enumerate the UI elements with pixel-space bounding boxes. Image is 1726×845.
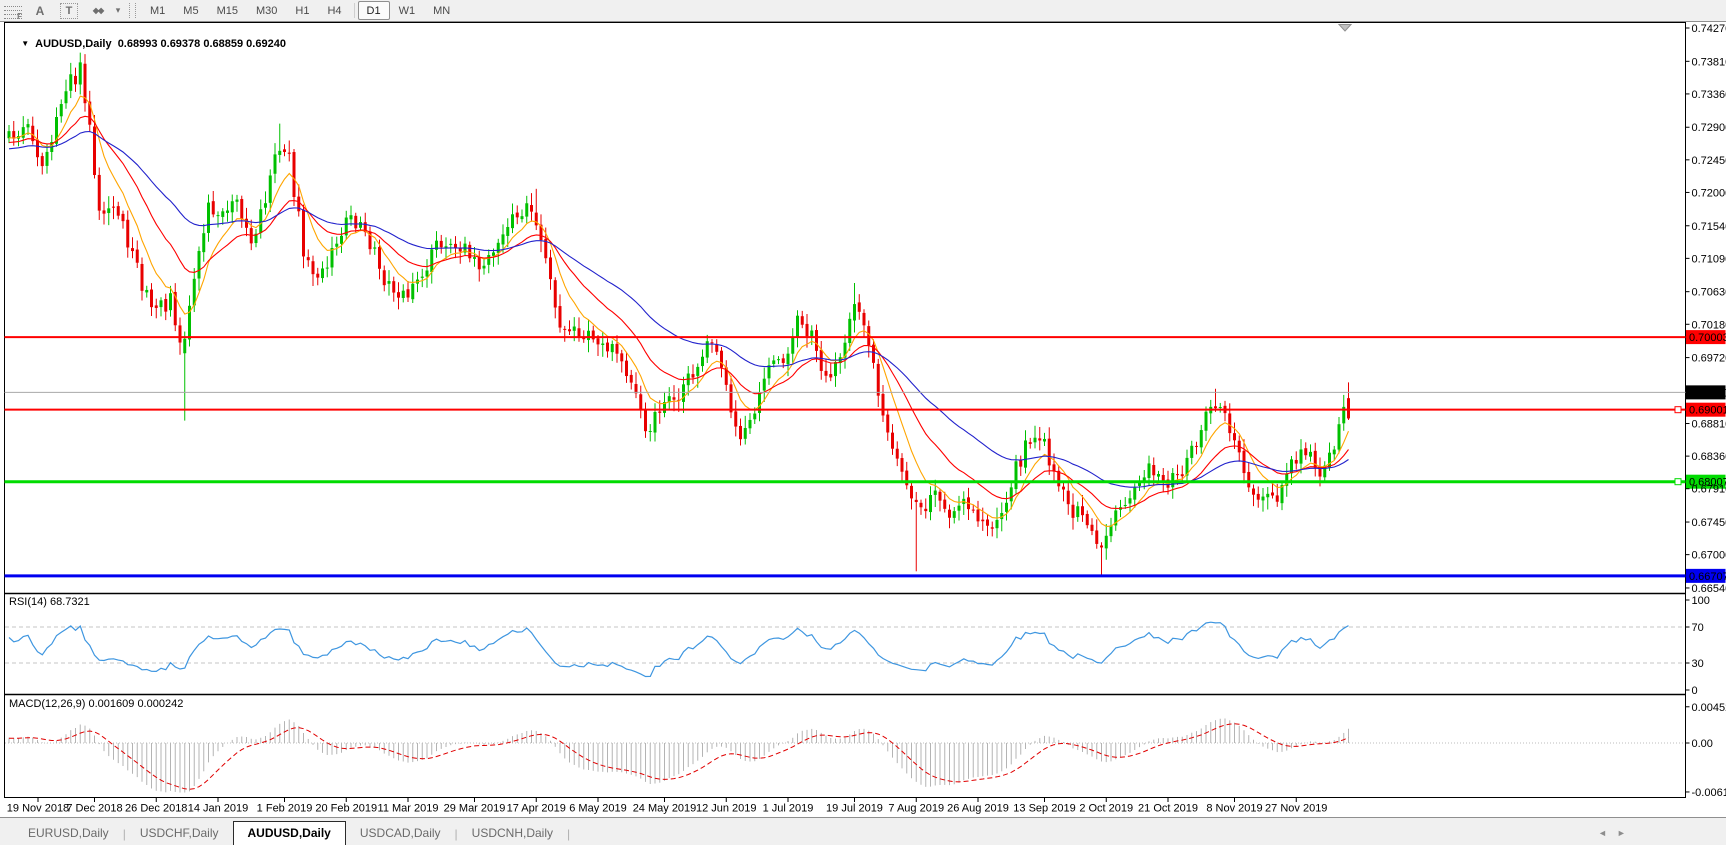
y-axis-tick-label: 0.71090 [1692, 253, 1726, 265]
ohlc-low: 0.68859 [203, 38, 243, 50]
symbol-dropdown-icon[interactable]: ▼ [21, 39, 29, 48]
label-tool-icon[interactable]: T [60, 3, 78, 19]
timeframe-M5[interactable]: M5 [174, 1, 207, 20]
date-label: 11 Mar 2019 [378, 803, 439, 815]
tab-separator: | [567, 827, 570, 841]
date-label: 13 Sep 2019 [1013, 803, 1075, 815]
date-label: 8 Nov 2019 [1206, 803, 1262, 815]
y-axis-tick-label: 0.67000 [1692, 550, 1726, 562]
date-label: 19 Jul 2019 [826, 803, 883, 815]
ohlc-high: 0.69378 [161, 38, 201, 50]
macd-indicator-label: MACD(12,26,9) 0.001609 0.000242 [9, 698, 183, 710]
timeframe-H4[interactable]: H4 [318, 1, 350, 20]
ohlc-close: 0.69240 [246, 38, 286, 50]
date-label: 20 Feb 2019 [315, 803, 377, 815]
date-label: 17 Apr 2019 [507, 803, 566, 815]
tab-eurusd-daily[interactable]: EURUSD,Daily [14, 823, 123, 843]
tab-scroll-right-icon: ► [1617, 828, 1636, 838]
tab-usdcad-daily[interactable]: USDCAD,Daily [346, 823, 455, 843]
macd-axis-label: -0.00612 [1692, 787, 1726, 799]
rsi-axis-label: 0 [1692, 685, 1698, 697]
date-label: 24 May 2019 [633, 803, 697, 815]
toolbar-grip[interactable] [129, 3, 136, 18]
y-axis-tick-label: 0.68810 [1692, 419, 1726, 431]
date-label: 1 Jul 2019 [763, 803, 814, 815]
timeframe-M15[interactable]: M15 [208, 1, 247, 20]
dropdown-caret-icon[interactable]: ▾ [112, 5, 124, 16]
rsi-axis-label: 70 [1692, 622, 1704, 634]
y-axis-tick-label: 0.67910 [1692, 484, 1726, 496]
macd-axis-label: 0.00 [1692, 738, 1713, 750]
y-axis-tick-label: 0.70180 [1692, 319, 1726, 331]
chart-title: ▼ AUDUSD,Daily 0.68993 0.69378 0.68859 0.… [9, 26, 286, 62]
hline-handle[interactable] [1675, 407, 1681, 413]
y-axis-tick-label: 0.67450 [1692, 517, 1726, 529]
timeframe-group-divider [354, 3, 355, 18]
y-axis-tick-label: 0.66540 [1692, 583, 1726, 595]
date-label: 26 Dec 2018 [125, 803, 187, 815]
timeframe-MN[interactable]: MN [424, 1, 459, 20]
tab-usdchf-daily[interactable]: USDCHF,Daily [126, 823, 233, 843]
toolbar: F A T ◆◆ ▾ M1M5M15M30H1H4 D1W1MN [0, 0, 1726, 22]
y-axis-tick-label: 0.73360 [1692, 89, 1726, 101]
chart-symbol: AUDUSD,Daily [35, 38, 111, 50]
arrow-tools-icon[interactable]: ◆◆ [86, 2, 110, 19]
rsi-axis-label: 30 [1692, 658, 1704, 670]
date-label: 6 May 2019 [569, 803, 626, 815]
tab-scroll-arrows[interactable]: ◄► [1598, 828, 1636, 838]
rsi-axis-label: 100 [1692, 595, 1710, 607]
date-label: 19 Nov 2018 [7, 803, 69, 815]
text-tool-icon[interactable]: A [28, 2, 52, 19]
chart-tab-bar: EURUSD,Daily|USDCHF,DailyAUDUSD,DailyUSD… [0, 817, 1726, 845]
macd-axis-label: 0.004528 [1692, 702, 1726, 714]
timeframe-M1[interactable]: M1 [141, 1, 174, 20]
date-label: 12 Jun 2019 [696, 803, 757, 815]
timeframe-W1[interactable]: W1 [390, 1, 425, 20]
tab-scroll-left-icon: ◄ [1598, 828, 1617, 838]
date-label: 7 Dec 2018 [66, 803, 122, 815]
date-label: 21 Oct 2019 [1138, 803, 1198, 815]
date-label: 29 Mar 2019 [444, 803, 506, 815]
y-axis-tick-label: 0.72450 [1692, 155, 1726, 167]
fibonacci-retracement-icon[interactable]: F [4, 4, 22, 18]
current-price-label: 0.69240 [1689, 387, 1726, 399]
date-label: 7 Aug 2019 [888, 803, 944, 815]
y-axis-tick-label: 0.72000 [1692, 187, 1726, 199]
timeframe-D1[interactable]: D1 [358, 1, 390, 20]
date-label: 1 Feb 2019 [257, 803, 313, 815]
tab-audusd-daily[interactable]: AUDUSD,Daily [233, 821, 346, 845]
ohlc-open: 0.68993 [118, 38, 158, 50]
date-label: 14 Jan 2019 [188, 803, 249, 815]
rsi-indicator-label: RSI(14) 68.7321 [9, 596, 90, 608]
date-label: 26 Aug 2019 [947, 803, 1009, 815]
y-axis-tick-label: 0.71540 [1692, 221, 1726, 233]
date-label: 2 Oct 2019 [1079, 803, 1133, 815]
y-axis-tick-label: 0.73810 [1692, 56, 1726, 68]
timeframe-buttons: M1M5M15M30H1H4 D1W1MN [141, 1, 459, 20]
y-axis-tick-label: 0.74270 [1692, 23, 1726, 35]
y-axis-tick-label: 0.69720 [1692, 353, 1726, 365]
hline-handle[interactable] [1675, 479, 1681, 485]
hline-price-label: 0.70003 [1689, 332, 1726, 344]
hline-price-label: 0.66707 [1689, 571, 1726, 583]
y-axis-tick-label: 0.72900 [1692, 122, 1726, 134]
tab-usdcnh-daily[interactable]: USDCNH,Daily [458, 823, 567, 843]
terminal-window: F A T ◆◆ ▾ M1M5M15M30H1H4D1W1MN 0.700030… [0, 0, 1726, 845]
y-axis-tick-label: 0.70630 [1692, 287, 1726, 299]
chart-tabs: EURUSD,Daily|USDCHF,DailyAUDUSD,DailyUSD… [14, 821, 570, 845]
timeframe-M30[interactable]: M30 [247, 1, 286, 20]
date-label: 27 Nov 2019 [1265, 803, 1327, 815]
timeframe-H1[interactable]: H1 [286, 1, 318, 20]
chart-canvas: 0.700030.690010.680070.667070.692400.742… [0, 0, 1726, 818]
y-axis-tick-label: 0.68360 [1692, 451, 1726, 463]
hline-price-label: 0.69001 [1689, 405, 1726, 417]
